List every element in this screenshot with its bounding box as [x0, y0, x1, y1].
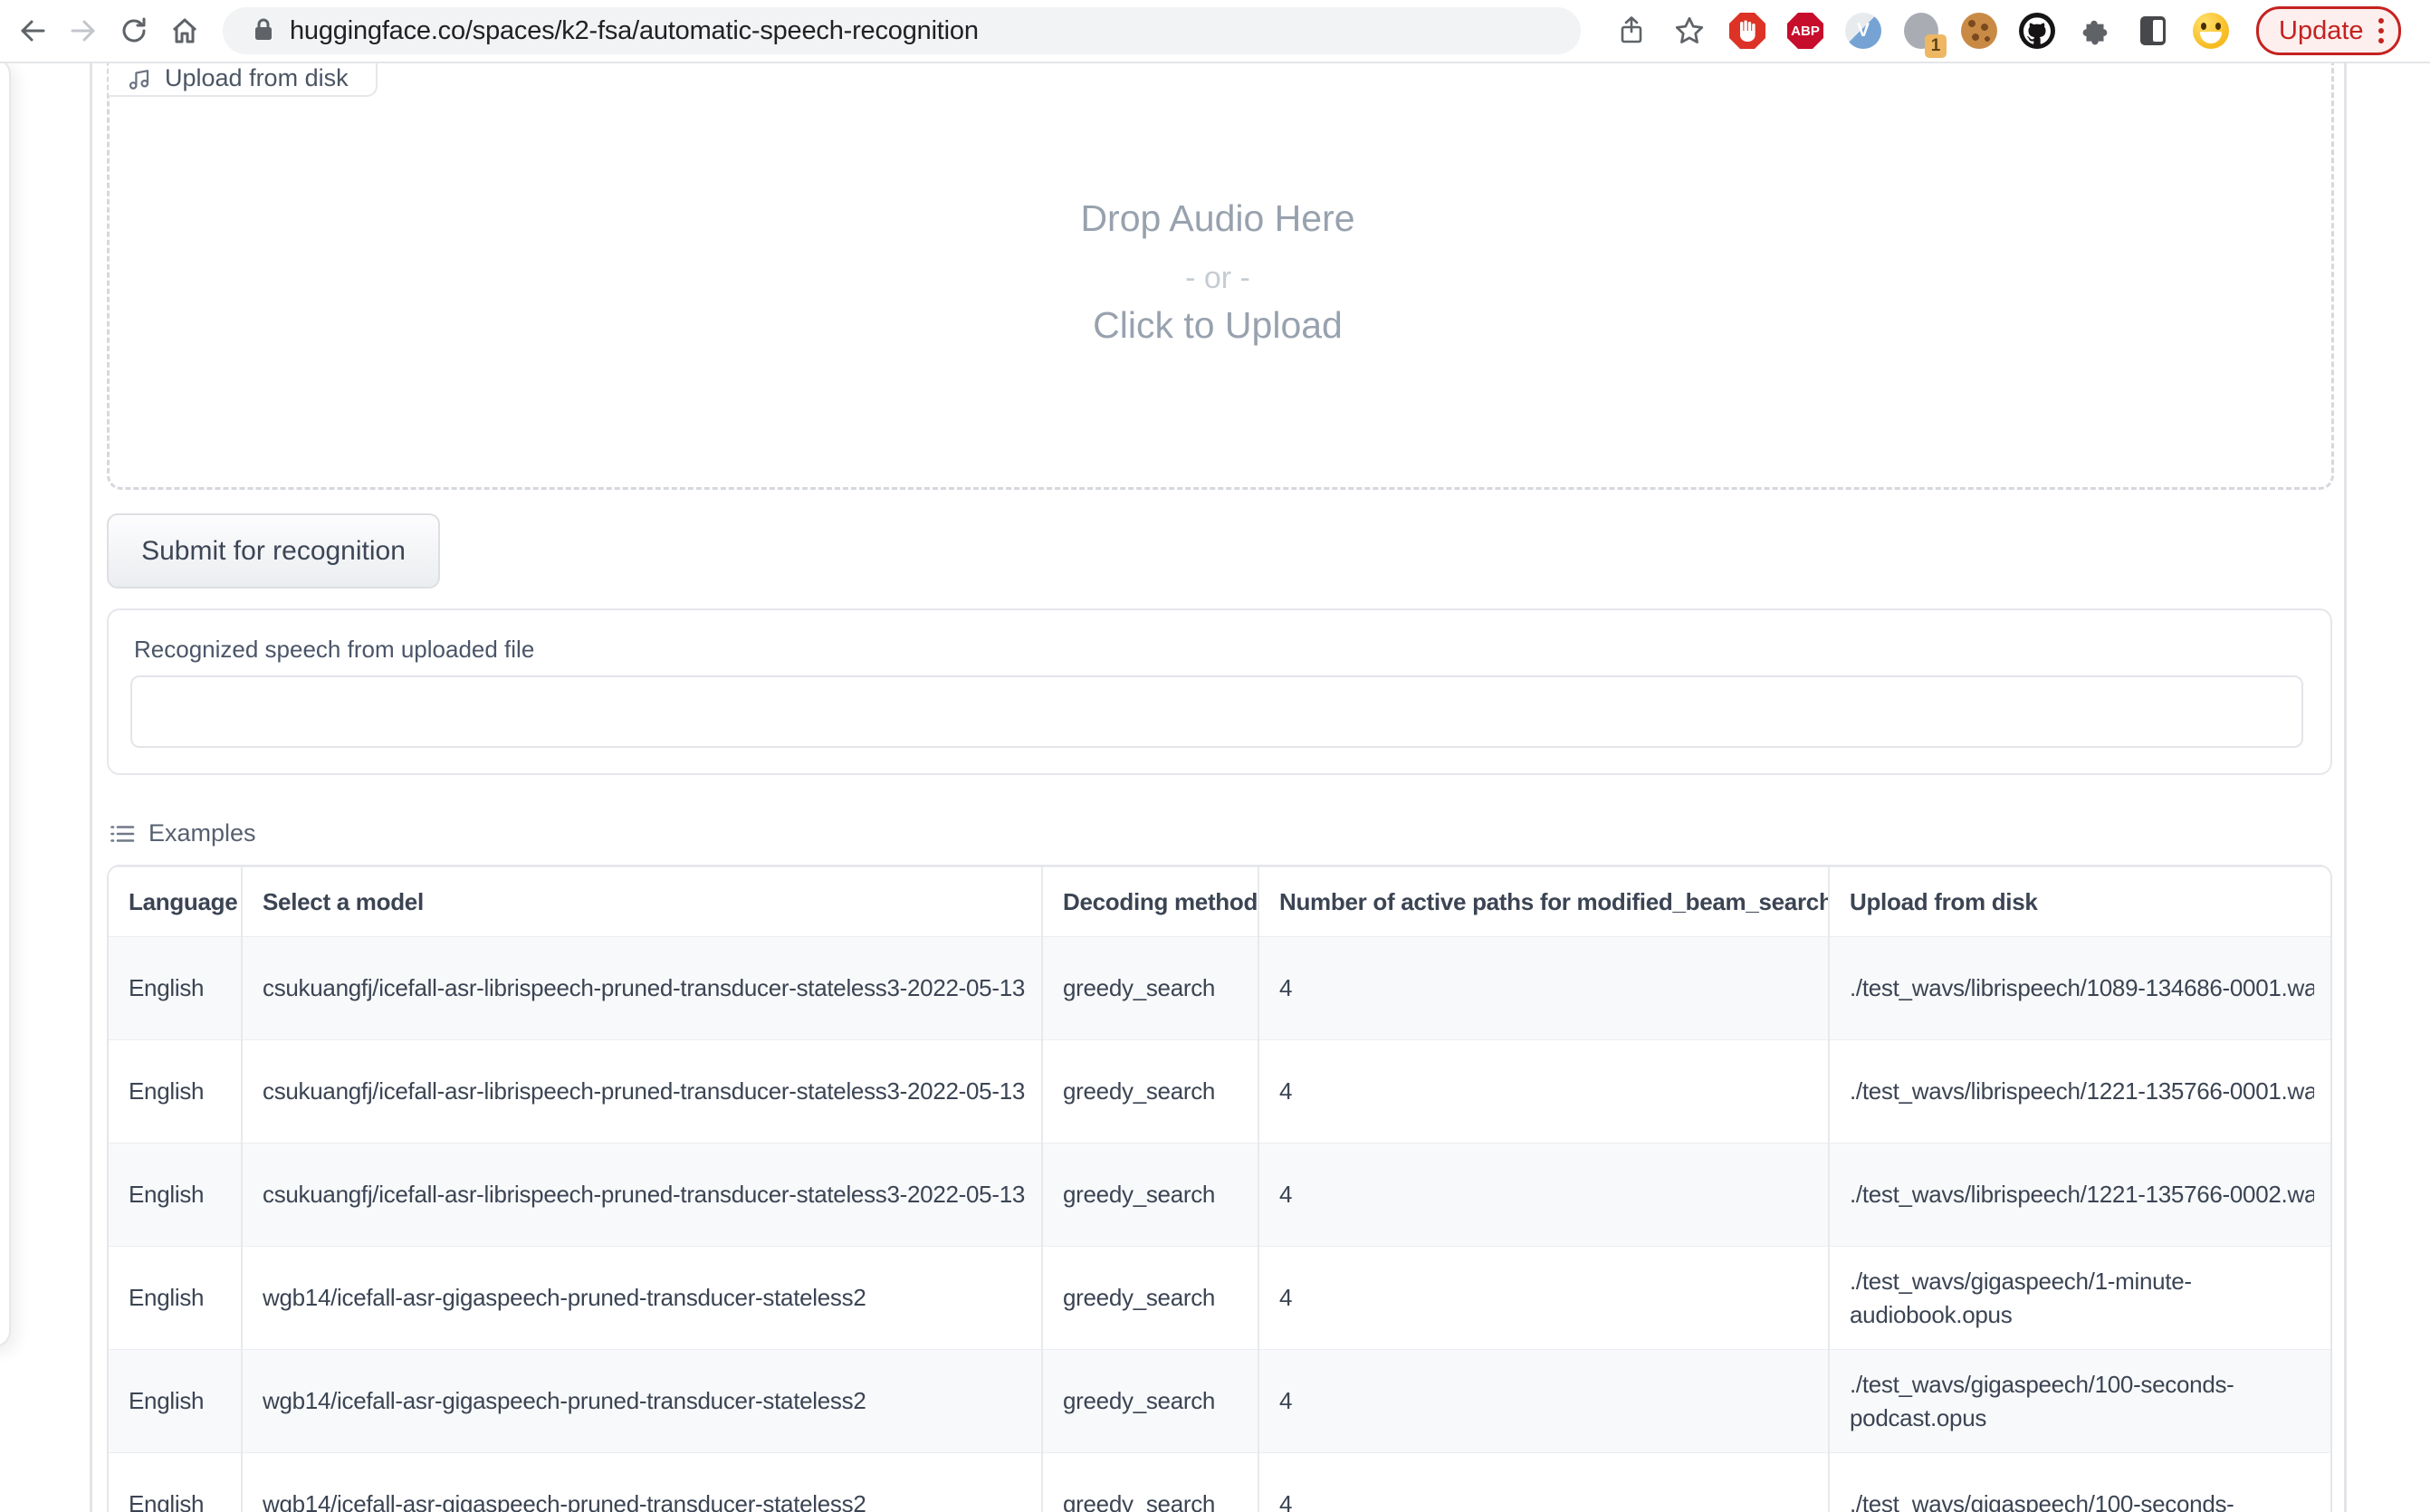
table-cell[interactable]: English [109, 1040, 242, 1144]
music-note-icon [127, 66, 152, 91]
table-header-row: Language Select a model Decoding method … [109, 867, 2330, 937]
update-button[interactable]: Update [2256, 6, 2401, 55]
home-icon[interactable] [159, 5, 210, 56]
v-extension-icon[interactable]: V [1840, 7, 1887, 54]
table-cell[interactable]: ./test_wavs/gigaspeech/100-seconds-podca… [1829, 1350, 2330, 1453]
url-bar[interactable]: huggingface.co/spaces/k2-fsa/automatic-s… [223, 7, 1581, 54]
table-cell[interactable]: wgb14/icefall-asr-gigaspeech-pruned-tran… [242, 1247, 1042, 1350]
sidebar-icon[interactable] [2129, 7, 2176, 54]
back-icon[interactable] [7, 5, 58, 56]
puzzle-icon[interactable] [2071, 7, 2119, 54]
update-label: Update [2279, 16, 2364, 46]
table-cell[interactable]: 4 [1258, 1453, 1829, 1512]
table-cell[interactable]: wgb14/icefall-asr-gigaspeech-pruned-tran… [242, 1453, 1042, 1512]
audio-dropzone[interactable] [107, 31, 2334, 490]
browser-window: huggingface.co/spaces/k2-fsa/automatic-s… [0, 0, 2430, 1512]
submit-for-recognition-button[interactable]: Submit for recognition [107, 513, 440, 589]
extension-badge: 1 [1925, 34, 1947, 58]
star-icon[interactable] [1666, 7, 1713, 54]
url-text[interactable]: huggingface.co/spaces/k2-fsa/automatic-s… [290, 16, 979, 46]
table-cell[interactable]: ./test_wavs/librispeech/1221-135766-0001… [1829, 1040, 2330, 1144]
examples-label: Examples [148, 819, 256, 847]
browser-toolbar: huggingface.co/spaces/k2-fsa/automatic-s… [0, 0, 2430, 63]
table-cell[interactable]: greedy_search [1042, 1350, 1258, 1453]
content-right-divider [2344, 62, 2347, 1512]
tab-label: Upload from disk [165, 64, 349, 92]
cookie-icon[interactable] [1956, 7, 2003, 54]
table-row[interactable]: English wgb14/icefall-asr-gigaspeech-pru… [109, 1247, 2330, 1350]
table-cell[interactable]: 4 [1258, 1247, 1829, 1350]
column-header-upload: Upload from disk [1829, 867, 2330, 937]
table-cell[interactable]: ./test_wavs/librispeech/1089-134686-0001… [1829, 937, 2330, 1040]
adblock-icon[interactable] [1724, 7, 1771, 54]
table-cell[interactable]: 4 [1258, 1144, 1829, 1247]
table-cell[interactable]: greedy_search [1042, 1453, 1258, 1512]
examples-table: Language Select a model Decoding method … [107, 865, 2332, 1512]
lock-icon [252, 16, 275, 46]
background-card-fragment [0, 58, 11, 1347]
content-left-divider [90, 62, 92, 1512]
recognized-speech-label: Recognized speech from uploaded file [134, 636, 534, 664]
table-cell[interactable]: 4 [1258, 1040, 1829, 1144]
smiley-icon[interactable] [2187, 7, 2234, 54]
reload-icon[interactable] [109, 5, 159, 56]
table-cell[interactable]: English [109, 937, 242, 1040]
list-icon [109, 820, 136, 847]
table-cell[interactable]: greedy_search [1042, 1040, 1258, 1144]
table-cell[interactable]: greedy_search [1042, 1144, 1258, 1247]
table-cell[interactable]: greedy_search [1042, 1247, 1258, 1350]
table-row[interactable]: English wgb14/icefall-asr-gigaspeech-pru… [109, 1453, 2330, 1512]
abp-icon[interactable]: ABP [1782, 7, 1829, 54]
forward-icon[interactable] [58, 5, 109, 56]
table-cell[interactable]: csukuangfj/icefall-asr-librispeech-prune… [242, 1040, 1042, 1144]
table-cell[interactable]: 4 [1258, 937, 1829, 1040]
examples-header: Examples [109, 819, 256, 847]
github-icon[interactable] [2014, 7, 2061, 54]
column-header-model: Select a model [242, 867, 1042, 937]
recognized-speech-panel: Recognized speech from uploaded file [107, 608, 2332, 775]
table-cell[interactable]: ./test_wavs/gigaspeech/1-minute-audioboo… [1829, 1247, 2330, 1350]
table-cell[interactable]: English [109, 1350, 242, 1453]
tab-upload-from-disk[interactable]: Upload from disk [109, 62, 378, 97]
table-cell[interactable]: greedy_search [1042, 937, 1258, 1040]
column-header-decoding: Decoding method [1042, 867, 1258, 937]
column-header-language: Language [109, 867, 242, 937]
table-row[interactable]: English wgb14/icefall-asr-gigaspeech-pru… [109, 1350, 2330, 1453]
table-row[interactable]: English csukuangfj/icefall-asr-librispee… [109, 1040, 2330, 1144]
table-cell[interactable]: English [109, 1453, 242, 1512]
table-cell[interactable]: ./test_wavs/librispeech/1221-135766-0002… [1829, 1144, 2330, 1247]
table-cell[interactable]: English [109, 1144, 242, 1247]
table-row[interactable]: English csukuangfj/icefall-asr-librispee… [109, 1144, 2330, 1247]
table-row[interactable]: English csukuangfj/icefall-asr-librispee… [109, 937, 2330, 1040]
share-icon[interactable] [1608, 7, 1655, 54]
table-cell[interactable]: 4 [1258, 1350, 1829, 1453]
kebab-menu-icon[interactable] [2378, 18, 2384, 43]
table-cell[interactable]: ./test_wavs/gigaspeech/100-seconds- [1829, 1453, 2330, 1512]
table-cell[interactable]: English [109, 1247, 242, 1350]
table-cell[interactable]: csukuangfj/icefall-asr-librispeech-prune… [242, 937, 1042, 1040]
recognized-speech-textbox[interactable] [130, 675, 2303, 748]
column-header-paths: Number of active paths for modified_beam… [1258, 867, 1829, 937]
toolbar-right-group: ABP V 1 Update [1602, 6, 2401, 55]
table-cell[interactable]: wgb14/icefall-asr-gigaspeech-pruned-tran… [242, 1350, 1042, 1453]
gray-extension-icon[interactable]: 1 [1898, 7, 1945, 54]
table-cell[interactable]: csukuangfj/icefall-asr-librispeech-prune… [242, 1144, 1042, 1247]
